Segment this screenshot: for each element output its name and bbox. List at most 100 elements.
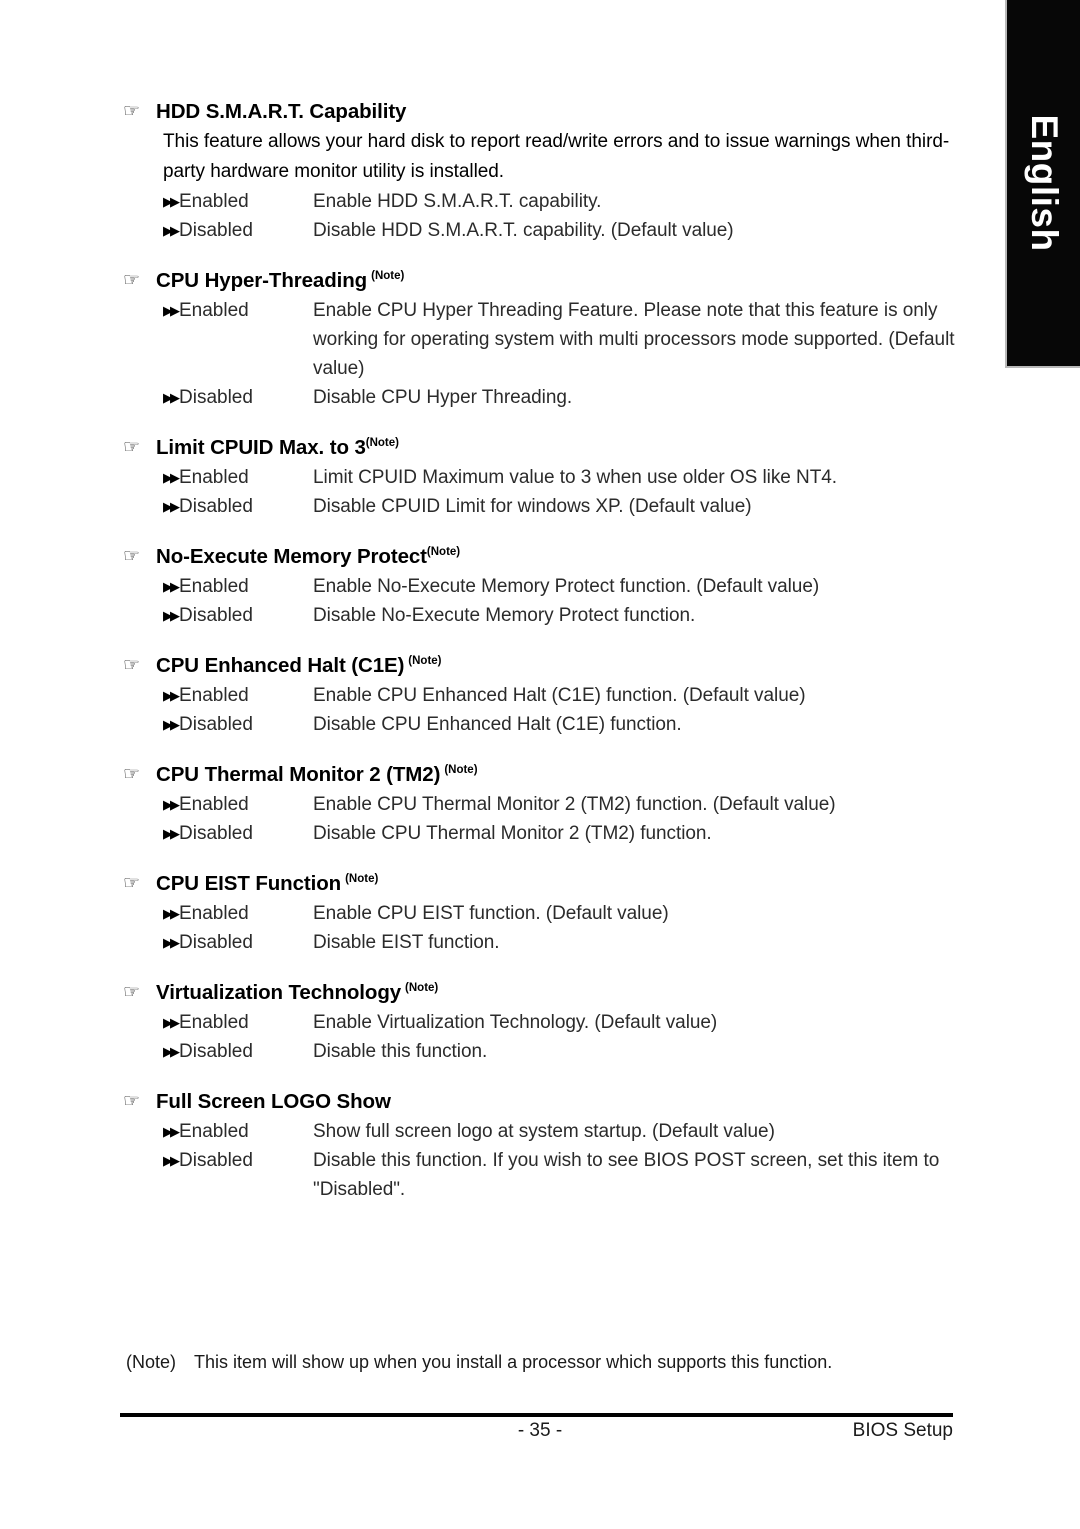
double-arrow-bullet-icon: ▶▶ — [163, 608, 180, 623]
setting-option-row: ▶▶ Enabled Enable Virtualization Technolog… — [163, 1008, 960, 1037]
setting-option-row: ▶▶ Disabled Disable CPU Thermal Monitor 2 … — [163, 819, 960, 848]
setting-title-text: Limit CPUID Max. to 3 — [156, 436, 366, 459]
setting-section: ☞ CPU EIST Function (Note) ▶▶ Enabled Enable … — [120, 870, 960, 957]
note-superscript: (Note) — [405, 982, 439, 995]
setting-option-label: Disabled — [179, 714, 253, 735]
double-arrow-bullet-icon: ▶▶ — [163, 194, 180, 209]
setting-title: HDD S.M.A.R.T. Capability — [156, 98, 406, 125]
bios-settings-list: ☞ HDD S.M.A.R.T. Capability This feature a… — [120, 98, 960, 1204]
setting-title-text: CPU EIST Function — [156, 872, 342, 895]
setting-option-description: Enable CPU Hyper Threading Feature. Plea… — [313, 300, 955, 379]
double-arrow-bullet-icon: ▶▶ — [163, 688, 180, 703]
setting-section: ☞ Full Screen LOGO Show ▶▶ Enabled Show full… — [120, 1088, 960, 1204]
setting-option-label: Disabled — [179, 932, 253, 953]
setting-option-row: ▶▶ Enabled Show full screen logo at system… — [163, 1117, 960, 1146]
setting-option-label: Enabled — [179, 1012, 249, 1033]
setting-option-row: ▶▶ Disabled Disable this function. — [163, 1037, 960, 1066]
setting-title-text: CPU Hyper-Threading — [156, 269, 368, 292]
setting-option-description: Disable this function. If you wish to se… — [313, 1150, 940, 1200]
double-arrow-bullet-icon: ▶▶ — [163, 579, 180, 594]
setting-option-row: ▶▶ Enabled Enable CPU Hyper Threading Feat… — [163, 296, 960, 383]
setting-title: Full Screen LOGO Show — [156, 1088, 391, 1115]
setting-option-label: Enabled — [179, 1121, 249, 1142]
setting-heading: ☞ Limit CPUID Max. to 3(Note) — [120, 434, 960, 461]
setting-option-label: Disabled — [179, 387, 253, 408]
setting-option-description: Enable CPU Thermal Monitor 2 (TM2) funct… — [313, 794, 836, 815]
setting-title: CPU Thermal Monitor 2 (TM2) (Note) — [156, 761, 478, 788]
setting-section: ☞ Limit CPUID Max. to 3(Note) ▶▶ Enabled Lim… — [120, 434, 960, 521]
double-arrow-bullet-icon: ▶▶ — [163, 1015, 180, 1030]
double-arrow-bullet-icon: ▶▶ — [163, 303, 180, 318]
setting-option-label: Enabled — [179, 685, 249, 706]
setting-heading: ☞ CPU Thermal Monitor 2 (TM2) (Note) — [120, 761, 960, 788]
setting-title: CPU EIST Function (Note) — [156, 870, 378, 897]
setting-option-label: Disabled — [179, 1041, 253, 1062]
setting-option-label: Enabled — [179, 794, 249, 815]
setting-heading: ☞ No-Execute Memory Protect(Note) — [120, 543, 960, 570]
pointing-hand-icon: ☞ — [123, 1091, 141, 1112]
pointing-hand-icon: ☞ — [123, 655, 141, 676]
setting-option-row: ▶▶ Enabled Enable CPU Enhanced Halt (C1E) … — [163, 681, 960, 710]
setting-option-description: Disable CPU Hyper Threading. — [313, 387, 573, 408]
double-arrow-bullet-icon: ▶▶ — [163, 1153, 180, 1168]
setting-title-text: Virtualization Technology — [156, 981, 402, 1004]
language-tab-english: English — [1005, 0, 1080, 368]
double-arrow-bullet-icon: ▶▶ — [163, 906, 180, 921]
setting-option-description: Enable No-Execute Memory Protect functio… — [313, 576, 820, 597]
footer-divider — [120, 1413, 953, 1417]
setting-option-row: ▶▶ Disabled Disable No-Execute Memory Prot… — [163, 601, 960, 630]
setting-option-label: Disabled — [179, 220, 253, 241]
note-superscript: (Note) — [444, 764, 478, 777]
setting-title-text: CPU Thermal Monitor 2 (TM2) — [156, 763, 441, 786]
setting-option-description: Disable EIST function. — [313, 932, 500, 953]
setting-option-label: Enabled — [179, 903, 249, 924]
setting-heading: ☞ Full Screen LOGO Show — [120, 1088, 960, 1115]
setting-option-description: Enable CPU Enhanced Halt (C1E) function.… — [313, 685, 806, 706]
setting-option-description: Disable CPUID Limit for windows XP. (Def… — [313, 496, 752, 517]
setting-option-label: Disabled — [179, 1150, 253, 1171]
setting-title-text: Full Screen LOGO Show — [156, 1090, 391, 1113]
pointing-hand-icon: ☞ — [123, 764, 141, 785]
setting-option-row: ▶▶ Disabled Disable this function. If you … — [163, 1146, 960, 1204]
double-arrow-bullet-icon: ▶▶ — [163, 470, 180, 485]
setting-option-label: Enabled — [179, 191, 249, 212]
setting-option-description: Enable Virtualization Technology. (Defau… — [313, 1012, 718, 1033]
setting-option-description: Show full screen logo at system startup.… — [313, 1121, 775, 1142]
note-superscript: (Note) — [426, 546, 461, 559]
setting-title: Limit CPUID Max. to 3(Note) — [156, 434, 399, 461]
setting-option-label: Disabled — [179, 496, 253, 517]
setting-option-description: Disable HDD S.M.A.R.T. capability. (Defa… — [313, 220, 734, 241]
pointing-hand-icon: ☞ — [123, 101, 141, 122]
setting-section: ☞ CPU Thermal Monitor 2 (TM2) (Note) ▶▶ Enab… — [120, 761, 960, 848]
footnote-tag: (Note) — [126, 1352, 177, 1372]
setting-section: ☞ CPU Enhanced Halt (C1E) (Note) ▶▶ Enabled E… — [120, 652, 960, 739]
setting-title: CPU Hyper-Threading (Note) — [156, 267, 404, 294]
setting-option-description: Enable HDD S.M.A.R.T. capability. — [313, 191, 602, 212]
double-arrow-bullet-icon: ▶▶ — [163, 390, 180, 405]
setting-heading: ☞ CPU Hyper-Threading (Note) — [120, 267, 960, 294]
setting-option-row: ▶▶ Disabled Disable CPUID Limit for window… — [163, 492, 960, 521]
setting-section: ☞ HDD S.M.A.R.T. Capability This feature a… — [120, 98, 960, 245]
setting-option-description: Disable No-Execute Memory Protect functi… — [313, 605, 696, 626]
setting-title-text: CPU Enhanced Halt (C1E) — [156, 654, 405, 677]
note-superscript: (Note) — [365, 437, 399, 450]
setting-section: ☞ No-Execute Memory Protect(Note) ▶▶ Enable… — [120, 543, 960, 630]
double-arrow-bullet-icon: ▶▶ — [163, 717, 180, 732]
setting-option-description: Disable this function. — [313, 1041, 488, 1062]
setting-option-row: ▶▶ Disabled Disable CPU Enhanced Halt (C1E… — [163, 710, 960, 739]
setting-option-row: ▶▶ Disabled Disable EIST function. — [163, 928, 960, 957]
setting-option-description: Disable CPU Thermal Monitor 2 (TM2) func… — [313, 823, 712, 844]
pointing-hand-icon: ☞ — [123, 546, 141, 567]
setting-option-row: ▶▶ Enabled Enable No-Execute Memory Protec… — [163, 572, 960, 601]
setting-title: Virtualization Technology (Note) — [156, 979, 438, 1006]
setting-option-row: ▶▶ Enabled Enable HDD S.M.A.R.T. capabilit… — [163, 187, 960, 216]
setting-title-text: HDD S.M.A.R.T. Capability — [156, 100, 407, 123]
setting-option-row: ▶▶ Enabled Enable CPU EIST function. (Defa… — [163, 899, 960, 928]
setting-heading: ☞ Virtualization Technology (Note) — [120, 979, 960, 1006]
pointing-hand-icon: ☞ — [123, 873, 141, 894]
double-arrow-bullet-icon: ▶▶ — [163, 223, 180, 238]
setting-option-row: ▶▶ Enabled Enable CPU Thermal Monitor 2 (T… — [163, 790, 960, 819]
setting-option-label: Disabled — [179, 605, 253, 626]
double-arrow-bullet-icon: ▶▶ — [163, 935, 180, 950]
pointing-hand-icon: ☞ — [123, 982, 141, 1003]
